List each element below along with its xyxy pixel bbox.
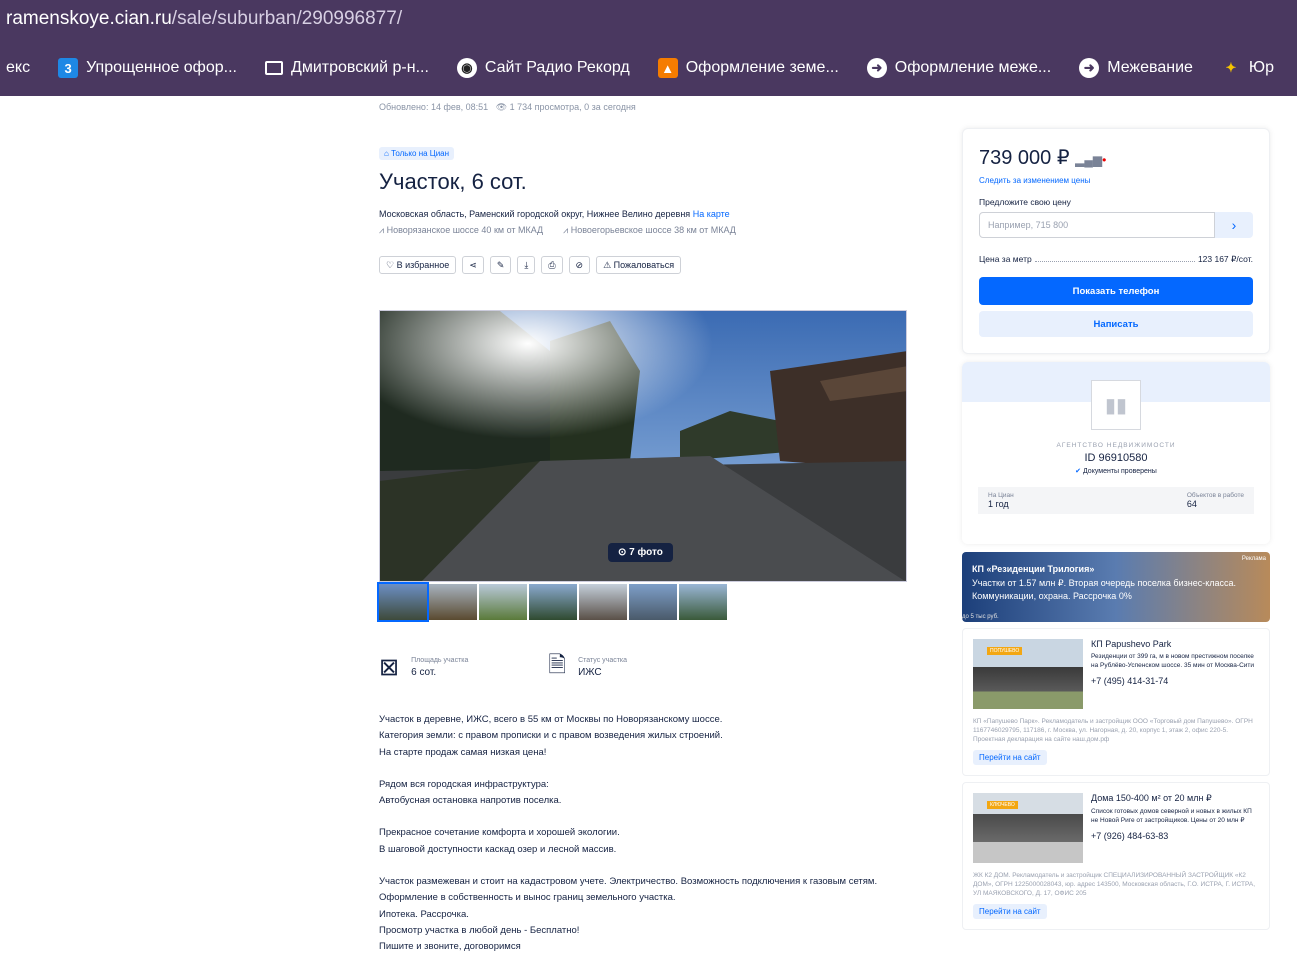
ad-site-link[interactable]: Перейти на сайт: [973, 750, 1047, 765]
print-button[interactable]: ⎙: [541, 256, 563, 274]
agency-type: АГЕНТСТВО НЕДВИЖИМОСТИ: [1056, 442, 1176, 449]
thumbnail[interactable]: [377, 582, 429, 622]
number-3-icon: 3: [58, 58, 79, 78]
page-title: Участок, 6 сот.: [379, 169, 527, 194]
bookmark-1[interactable]: 3 Упрощенное офор...: [44, 58, 251, 78]
url-host: ramenskoye.cian.ru: [6, 8, 172, 29]
feature-area: ⊠ Площадь участка 6 сот.: [379, 653, 469, 681]
pencil-icon: ✎: [496, 259, 505, 270]
share-button[interactable]: ⋖: [462, 256, 484, 274]
description-paragraph: Участок в деревне, ИЖС, всего в 55 км от…: [379, 714, 723, 758]
complain-button[interactable]: ⚠ Пожаловаться: [596, 256, 682, 274]
radio-record-icon: ◉: [456, 58, 477, 78]
hide-icon: ⊘: [575, 259, 584, 270]
offer-submit-button[interactable]: ›: [1215, 212, 1253, 238]
main-photo[interactable]: ⊙ 7 фото: [379, 310, 907, 582]
road-item: ⩘ Новорязанское шоссе 40 км от МКАД: [379, 225, 544, 235]
thumbnail[interactable]: [679, 584, 727, 620]
camera-icon: ⊙: [618, 547, 630, 558]
heart-icon: ♡: [386, 259, 397, 270]
highway-icon: ⩘: [563, 225, 571, 235]
features: ⊠ Площадь участка 6 сот. 🗎 Статус участка…: [379, 648, 909, 686]
ad-site-link[interactable]: Перейти на сайт: [973, 904, 1047, 919]
thumbnail[interactable]: [579, 584, 627, 620]
follow-price-link[interactable]: Следить за изменением цены: [979, 176, 1253, 185]
bookmark-0[interactable]: екс: [0, 59, 44, 77]
ad-card: ПОПУШЕВО КП Papushevo Park Резиденции от…: [962, 628, 1270, 776]
document-icon: 🗎: [548, 652, 567, 677]
highway-icon: ⩘: [379, 225, 387, 235]
thumbnail[interactable]: [629, 584, 677, 620]
ad-image[interactable]: КЛЮЧЕВО: [973, 793, 1083, 863]
thumbnail[interactable]: [479, 584, 527, 620]
bookmark-4[interactable]: ▲ Оформление земе...: [644, 58, 853, 78]
agency-logo-icon[interactable]: ▮▮: [1091, 380, 1141, 430]
eye-icon: 👁: [495, 102, 508, 112]
bookmark-3[interactable]: ◉ Сайт Радио Рекорд: [443, 58, 644, 78]
agency-card: ▮▮ АГЕНТСТВО НЕДВИЖИМОСТИ ID 96910580 ✔ …: [962, 362, 1270, 544]
bookmarks-bar: екс 3 Упрощенное офор... Дмитровский р-н.…: [0, 40, 1297, 96]
description-paragraph: Прекрасное сочетание комфорта и хорошей …: [379, 827, 620, 855]
download-button[interactable]: ⤓: [517, 256, 536, 274]
road-photo: [380, 311, 906, 581]
area-icon: ⊠: [379, 653, 400, 681]
check-icon: ✔: [1075, 468, 1083, 475]
globe-icon: ➜: [1079, 58, 1100, 78]
chevron-right-icon: ›: [1231, 217, 1237, 233]
download-icon: ⤓: [524, 259, 529, 270]
offer-price-input[interactable]: Например, 715 800: [979, 212, 1215, 238]
photo-count-badge[interactable]: ⊙ 7 фото: [608, 543, 673, 562]
folder-icon: [264, 61, 283, 75]
edit-button[interactable]: ✎: [489, 256, 512, 274]
address-bar[interactable]: ramenskoye.cian.ru/sale/suburban/2909968…: [0, 0, 1297, 40]
map-link[interactable]: На карте: [693, 209, 730, 219]
road-item: ⩘ Новоегорьевское шоссе 38 км от МКАД: [563, 225, 736, 235]
bookmark-2[interactable]: Дмитровский р-н...: [251, 59, 443, 77]
only-on-cian-tag: ⌂ Только на Циан: [379, 147, 455, 160]
listing-meta: Обновлено: 14 фев, 08:51 👁 1 734 просмот…: [379, 102, 636, 112]
description: Участок в деревне, ИЖС, всего в 55 км от…: [379, 712, 909, 956]
listing-main: Обновлено: 14 фев, 08:51 👁 1 734 просмот…: [377, 96, 909, 972]
agency-stats: На Циан 1 год Объектов в работе 64: [978, 487, 1254, 514]
bookmark-7[interactable]: ✦ Юр: [1207, 58, 1288, 78]
address: Московская область, Раменский городской …: [379, 209, 730, 219]
ad-banner[interactable]: Реклама КП «Резиденции Трилогия» Участки…: [962, 552, 1270, 622]
hide-button[interactable]: ⊘: [568, 256, 591, 274]
description-paragraph: Участок размежеван и стоит на кадастрово…: [379, 876, 878, 953]
favorite-button[interactable]: ♡ В избранное: [379, 256, 457, 274]
price-per-meter: Цена за метр 123 167 ₽/сот.: [979, 254, 1253, 264]
description-paragraph: Рядом вся городская инфраструктура: Автоб…: [379, 778, 562, 807]
share-icon: ⋖: [469, 259, 477, 270]
favicon-orange-icon: ▲: [657, 58, 678, 78]
show-phone-button[interactable]: Показать телефон: [979, 277, 1253, 305]
verified-badge: ✔ Документы проверены: [1075, 468, 1157, 475]
offer-label: Предложите свою цену: [979, 197, 1071, 207]
price: 739 000 ₽ ▂▄▆•: [979, 147, 1107, 169]
thumbnail[interactable]: [429, 584, 477, 620]
action-bar: ♡ В избранное ⋖ ✎ ⤓ ⎙ ⊘ ⚠ Пожаловаться: [379, 256, 909, 274]
sidebar: 739 000 ₽ ▂▄▆• Следить за изменением цен…: [962, 128, 1270, 930]
print-icon: ⎙: [548, 259, 556, 270]
feature-status: 🗎 Статус участка ИЖС: [548, 648, 627, 686]
thumbnail[interactable]: [529, 584, 577, 620]
warning-icon: ⚠: [603, 259, 614, 270]
price-card: 739 000 ₽ ▂▄▆• Следить за изменением цен…: [962, 128, 1270, 354]
ad-card: КЛЮЧЕВО Дома 150-400 м² от 20 млн ₽ Спис…: [962, 782, 1270, 930]
agency-id[interactable]: ID 96910580: [978, 452, 1254, 464]
price-chart-icon[interactable]: ▂▄▆•: [1075, 153, 1106, 167]
pin-icon: ✦: [1225, 60, 1237, 75]
write-button[interactable]: Написать: [979, 311, 1253, 337]
offer-row: Например, 715 800 ›: [979, 212, 1253, 238]
roads: ⩘ Новорязанское шоссе 40 км от МКАД ⩘ Но…: [379, 225, 909, 236]
bookmark-5[interactable]: ➜ Оформление меже...: [853, 58, 1065, 78]
ad-image[interactable]: ПОПУШЕВО: [973, 639, 1083, 709]
house-icon: ⌂: [384, 149, 392, 158]
thumbnail-strip: [377, 582, 909, 622]
url-path: /sale/suburban/290996877/: [171, 8, 403, 29]
bookmark-6[interactable]: ➜ Межевание: [1065, 58, 1207, 78]
globe-icon: ➜: [866, 58, 887, 78]
